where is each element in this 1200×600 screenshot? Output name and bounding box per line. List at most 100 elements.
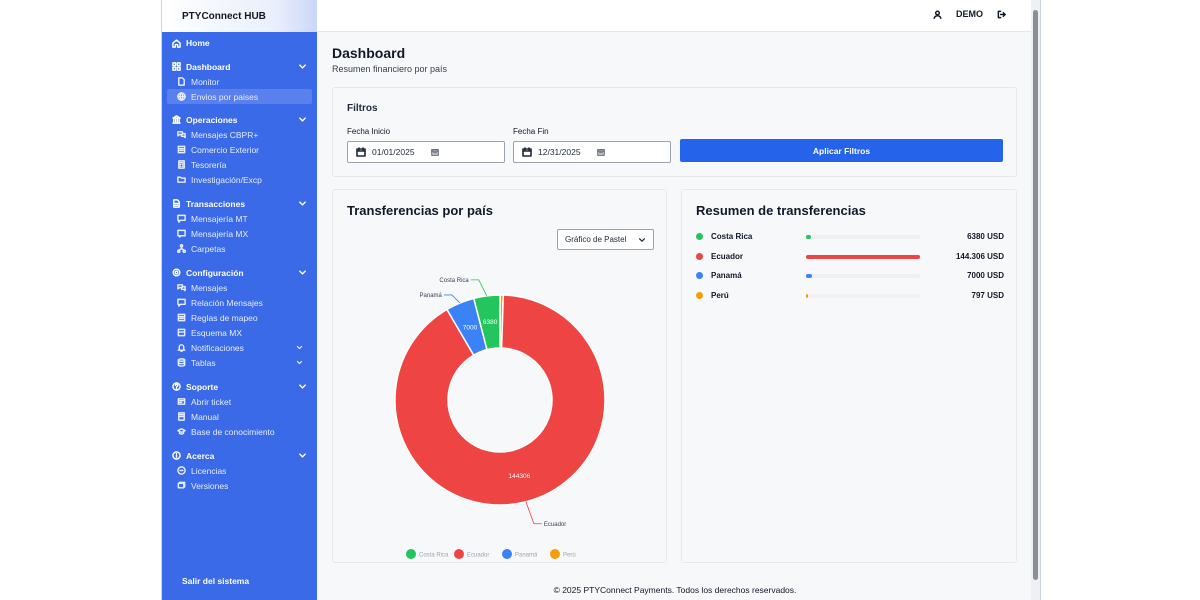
legend-dot bbox=[696, 233, 703, 240]
sidebar-item-notificaciones[interactable]: Notificaciones bbox=[162, 340, 317, 355]
bank-icon bbox=[172, 115, 181, 124]
sidebar-group-header-operaciones[interactable]: Operaciones bbox=[162, 112, 317, 127]
user-name[interactable]: DEMO bbox=[956, 9, 983, 19]
footer: © 2025 PTYConnect Payments. Todos los de… bbox=[553, 585, 797, 595]
sidebar-item-tesoreria[interactable]: Tesorería bbox=[162, 157, 317, 172]
chevron-down-icon bbox=[299, 270, 306, 275]
chat-bubble-icon bbox=[177, 298, 186, 307]
summary-amount: 7000 USD bbox=[967, 271, 1004, 280]
summary-amount: 6380 USD bbox=[967, 232, 1004, 241]
messages-icon bbox=[177, 284, 186, 292]
sidebar: Home Dashboard Monitor Envios por paises… bbox=[162, 32, 317, 600]
logout-icon[interactable] bbox=[997, 10, 1006, 19]
end-date-input[interactable]: 12/31/2025 bbox=[513, 141, 671, 163]
graduation-cap-icon bbox=[177, 428, 186, 435]
chevron-down-icon bbox=[299, 453, 306, 458]
sidebar-item-envios-por-paises[interactable]: Envios por paises bbox=[167, 89, 312, 104]
data-label-panama: 7000 bbox=[463, 324, 478, 331]
sidebar-item-monitor[interactable]: Monitor bbox=[162, 74, 317, 89]
category-label-ecuador: Ecuador bbox=[544, 522, 566, 528]
sidebar-group-header-transacciones[interactable]: Transacciones bbox=[162, 196, 317, 211]
filters-title: Filtros bbox=[347, 103, 378, 114]
sidebar-item-esquema-mx[interactable]: Esquema MX bbox=[162, 325, 317, 340]
legend-marker-costa-rica[interactable] bbox=[406, 549, 416, 559]
summary-progress-fill bbox=[806, 274, 812, 278]
user-area: DEMO bbox=[933, 9, 1006, 19]
bell-icon bbox=[177, 344, 186, 352]
logout-link[interactable]: Salir del sistema bbox=[182, 576, 249, 586]
sidebar-item-reglas-de-mapeo[interactable]: Reglas de mapeo bbox=[162, 310, 317, 325]
app-window: PTYConnect HUB DEMO Home Dashboard Monit… bbox=[161, 0, 1041, 600]
info-icon bbox=[172, 451, 181, 460]
sidebar-item-tablas[interactable]: Tablas bbox=[162, 355, 317, 370]
summary-progress-track bbox=[806, 254, 920, 259]
filters-card: Filtros Fecha Inicio 01/01/2025 Fecha Fi… bbox=[332, 87, 1017, 177]
vertical-scrollbar[interactable] bbox=[1031, 0, 1040, 600]
sidebar-item-mensajeria-mt[interactable]: Mensajería MT bbox=[162, 211, 317, 226]
sidebar-group-header-soporte[interactable]: Soporte bbox=[162, 379, 317, 394]
sidebar-item-versiones[interactable]: Versiones bbox=[162, 478, 317, 493]
file-text-icon bbox=[173, 199, 180, 208]
sidebar-item-mensajeria-mx[interactable]: Mensajería MX bbox=[162, 226, 317, 241]
pie-chart: 6380 144306 7000 Costa Rica Ecuador Panamá Cos… bbox=[394, 278, 606, 559]
data-label-ecuador: 144306 bbox=[509, 473, 531, 480]
list-icon bbox=[177, 313, 186, 322]
app-title[interactable]: PTYConnect HUB bbox=[162, 0, 317, 32]
leader-line-panama bbox=[443, 294, 461, 304]
top-bar: PTYConnect HUB DEMO bbox=[162, 0, 1040, 32]
sidebar-item-carpetas[interactable]: Carpetas bbox=[162, 241, 317, 256]
sidebar-item-abrir-ticket[interactable]: Abrir ticket bbox=[162, 394, 317, 409]
legend-label-peru[interactable]: Perú bbox=[563, 553, 576, 559]
end-date-value: 12/31/2025 bbox=[538, 147, 581, 157]
license-icon bbox=[177, 466, 186, 475]
sidebar-group-soporte: Soporte Abrir ticket Manual Base de cono… bbox=[162, 379, 317, 439]
summary-row: Costa Rica 6380 USD bbox=[696, 231, 1004, 243]
sidebar-item-mensajes-cbpr[interactable]: Mensajes CBPR+ bbox=[162, 127, 317, 142]
apply-filters-button[interactable]: Aplicar Filtros bbox=[680, 139, 1003, 162]
chevron-down-icon bbox=[299, 201, 306, 206]
dashboard-grid-icon bbox=[172, 62, 181, 71]
legend-label-costa-rica[interactable]: Costa Rica bbox=[419, 553, 449, 559]
legend-marker-panama[interactable] bbox=[502, 549, 512, 559]
network-icon bbox=[177, 244, 186, 253]
sidebar-group-header-acerca[interactable]: Acerca bbox=[162, 448, 317, 463]
sidebar-item-relacion-mensajes[interactable]: Relación Mensajes bbox=[162, 295, 317, 310]
sidebar-group-configuracion: Configuración Mensajes Relación Mensajes… bbox=[162, 265, 317, 370]
summary-row: Perú 797 USD bbox=[696, 290, 1004, 302]
sidebar-item-mensajes[interactable]: Mensajes bbox=[162, 280, 317, 295]
sidebar-group-dashboard: Dashboard Monitor Envios por paises bbox=[162, 59, 317, 104]
legend-marker-peru[interactable] bbox=[550, 549, 560, 559]
scrollbar-thumb[interactable] bbox=[1033, 10, 1038, 580]
home-icon bbox=[172, 38, 181, 48]
legend-label-panama[interactable]: Panamá bbox=[515, 553, 538, 559]
end-date-label: Fecha Fin bbox=[513, 127, 549, 136]
folder-icon bbox=[177, 176, 186, 183]
sidebar-group-transacciones: Transacciones Mensajería MT Mensajería M… bbox=[162, 196, 317, 256]
calendar-picker-icon[interactable] bbox=[430, 148, 439, 156]
user-icon[interactable] bbox=[933, 9, 942, 19]
chat-bubble-icon bbox=[177, 214, 186, 223]
legend-label-ecuador[interactable]: Ecuador bbox=[467, 553, 489, 559]
sidebar-group-header-dashboard[interactable]: Dashboard bbox=[162, 59, 317, 74]
legend-dot bbox=[696, 291, 703, 299]
sidebar-group-acerca: Acerca Licencias Versiones bbox=[162, 448, 317, 493]
leader-line-ecuador bbox=[525, 501, 542, 525]
chevron-down-icon bbox=[296, 345, 303, 350]
database-icon bbox=[177, 358, 186, 367]
start-date-input[interactable]: 01/01/2025 bbox=[347, 141, 505, 163]
sidebar-item-base-de-conocimiento[interactable]: Base de conocimiento bbox=[162, 424, 317, 439]
category-label-panama: Panamá bbox=[420, 293, 443, 299]
sidebar-item-investigacion[interactable]: Investigación/Excp bbox=[162, 172, 317, 187]
data-label-costa-rica: 6380 bbox=[483, 319, 498, 326]
start-date-label: Fecha Inicio bbox=[347, 127, 391, 136]
calendar-picker-icon[interactable] bbox=[596, 148, 605, 156]
sidebar-item-manual[interactable]: Manual bbox=[162, 409, 317, 424]
legend-marker-ecuador[interactable] bbox=[454, 549, 464, 559]
sidebar-item-comercio-exterior[interactable]: Comercio Exterior bbox=[162, 142, 317, 157]
summary-row: Panamá 7000 USD bbox=[696, 270, 1004, 282]
sidebar-group-header-configuracion[interactable]: Configuración bbox=[162, 265, 317, 280]
sidebar-item-home[interactable]: Home bbox=[172, 38, 210, 48]
ticket-icon bbox=[177, 398, 186, 405]
globe-icon bbox=[177, 92, 186, 101]
sidebar-item-licencias[interactable]: Licencias bbox=[162, 463, 317, 478]
